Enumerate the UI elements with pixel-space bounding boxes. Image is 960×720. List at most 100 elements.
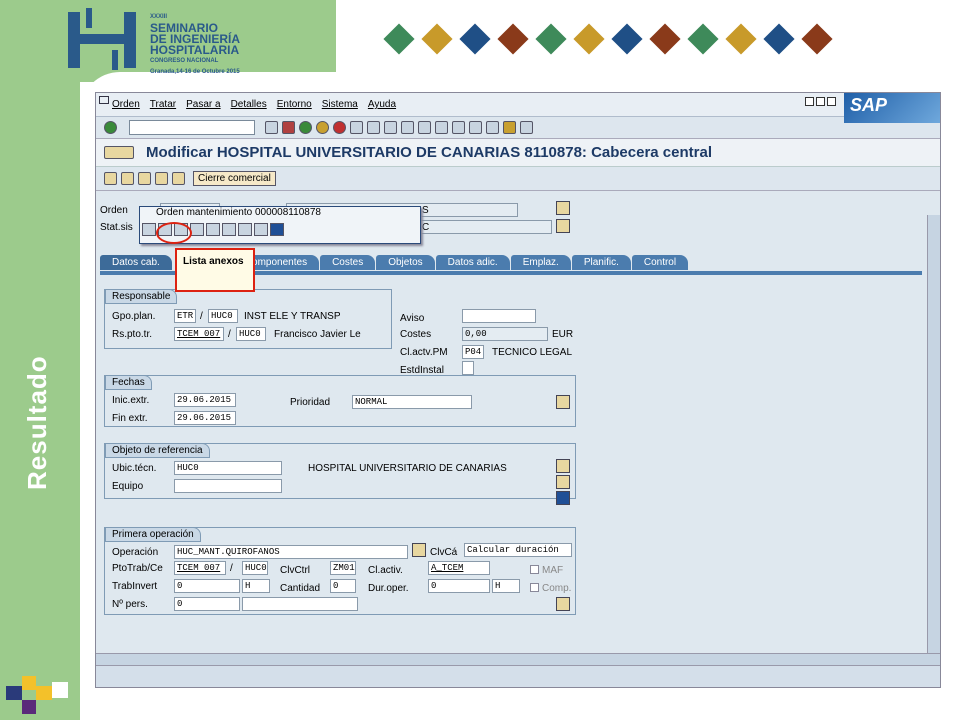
maf-checkbox[interactable] <box>530 565 539 574</box>
rs-slash: / <box>228 329 231 340</box>
release-icon[interactable] <box>172 172 185 185</box>
layout-icon[interactable] <box>520 121 533 134</box>
check-icon[interactable] <box>155 172 168 185</box>
pto-center-field[interactable]: HUC0 <box>242 561 268 575</box>
estdinstal-field[interactable] <box>462 361 474 375</box>
clactv-pm-field[interactable]: P04 <box>462 345 484 359</box>
menu-orden[interactable]: Orden <box>112 99 140 110</box>
tab-datos-adic[interactable]: Datos adic. <box>435 255 510 270</box>
tab-objetos[interactable]: Objetos <box>376 255 435 270</box>
npers-extra-field[interactable] <box>242 597 358 611</box>
equipo-field[interactable] <box>174 479 282 493</box>
menu-entorno[interactable]: Entorno <box>277 99 312 110</box>
tab-emplaz[interactable]: Emplaz. <box>510 255 571 270</box>
first-page-icon[interactable] <box>401 121 414 134</box>
diamond-5 <box>535 23 567 55</box>
gpo-plan-label: Gpo.plan. <box>112 311 156 322</box>
cantidad-field[interactable]: 0 <box>330 579 356 593</box>
operacion-title: Primera operación <box>105 527 201 542</box>
trabinvert-unit[interactable]: H <box>242 579 270 593</box>
rs-pto-label: Rs.pto.tr. <box>112 329 153 340</box>
vertical-scrollbar[interactable] <box>927 215 940 655</box>
enter-icon[interactable] <box>104 121 117 134</box>
diamond-1 <box>383 23 415 55</box>
rs-center-field[interactable]: HUC0 <box>236 327 266 341</box>
menu-sistema[interactable]: Sistema <box>322 99 358 110</box>
prioridad-select[interactable]: NORMAL <box>352 395 472 409</box>
clactiv-field[interactable]: A_TCEM <box>428 561 490 575</box>
object-history-icon[interactable] <box>254 223 268 236</box>
last-page-icon[interactable] <box>452 121 465 134</box>
structure-icon[interactable] <box>556 475 570 489</box>
tab-planific[interactable]: Planific. <box>571 255 631 270</box>
command-field[interactable] <box>129 120 255 135</box>
close-icon[interactable] <box>827 97 836 106</box>
gpo-center-field[interactable]: HUC0 <box>208 309 238 323</box>
back-icon[interactable] <box>299 121 312 134</box>
cierre-comercial-button[interactable]: Cierre comercial <box>193 171 276 186</box>
pto-trab-label: PtoTrab/Ce <box>112 563 163 574</box>
shortcut-icon[interactable] <box>486 121 499 134</box>
popup-info-icon[interactable] <box>270 223 284 236</box>
header-info-icon[interactable] <box>556 201 570 215</box>
menu-tratar[interactable]: Tratar <box>150 99 176 110</box>
menu-ayuda[interactable]: Ayuda <box>368 99 396 110</box>
find-next-icon[interactable] <box>384 121 397 134</box>
operations-icon[interactable] <box>121 172 134 185</box>
ubic-tecn-field[interactable]: HUC0 <box>174 461 282 475</box>
menu-bar: Orden Tratar Pasar a Detalles Entorno Si… <box>96 93 940 123</box>
hierarchy-icon[interactable] <box>556 459 570 473</box>
previous-page-icon[interactable] <box>418 121 431 134</box>
menu-window-icon[interactable] <box>99 96 109 104</box>
services-object-icon[interactable] <box>104 146 134 159</box>
dur-oper-label: Dur.oper. <box>368 583 409 594</box>
next-page-icon[interactable] <box>435 121 448 134</box>
inic-extr-field[interactable]: 29.06.2015 <box>174 393 236 407</box>
tab-costes[interactable]: Costes <box>320 255 376 270</box>
dur-oper-unit[interactable]: H <box>492 579 520 593</box>
rs-pto-field[interactable]: TCEM 007 <box>174 327 224 341</box>
menu-pasar-a[interactable]: Pasar a <box>186 99 220 110</box>
clvca-select[interactable]: Calcular duración <box>464 543 572 557</box>
operacion-field[interactable]: HUC_MANT.QUIROFANOS <box>174 545 408 559</box>
cancel-icon[interactable] <box>333 121 346 134</box>
operation-detail-icon[interactable] <box>556 597 570 611</box>
horizontal-scrollbar[interactable] <box>96 653 940 665</box>
tab-datos-cab[interactable]: Datos cab. <box>100 255 172 270</box>
relationship-icon[interactable] <box>222 223 236 236</box>
logo-line3: HOSPITALARIA <box>150 43 240 57</box>
comp-checkbox[interactable] <box>530 583 539 592</box>
info-icon[interactable] <box>556 491 570 505</box>
menu-detalles[interactable]: Detalles <box>231 99 267 110</box>
clvctrl-field[interactable]: ZM01 <box>330 561 356 575</box>
minimize-icon[interactable] <box>805 97 814 106</box>
components-icon[interactable] <box>138 172 151 185</box>
fin-extr-field[interactable]: 29.06.2015 <box>174 411 236 425</box>
print-icon[interactable] <box>350 121 363 134</box>
create-icon[interactable] <box>142 223 156 236</box>
gpo-plan-field[interactable]: ETR <box>174 309 196 323</box>
npers-field[interactable]: 0 <box>174 597 240 611</box>
long-text-icon[interactable] <box>412 543 426 557</box>
currency-label: EUR <box>552 329 574 340</box>
workflow-icon[interactable] <box>206 223 220 236</box>
exit-icon[interactable] <box>316 121 329 134</box>
save-icon[interactable] <box>282 121 295 134</box>
send-icon[interactable] <box>238 223 252 236</box>
tab-control[interactable]: Control <box>631 255 689 270</box>
dur-oper-field[interactable]: 0 <box>428 579 490 593</box>
restore-icon[interactable] <box>816 97 825 106</box>
dates-detail-icon[interactable] <box>556 395 570 409</box>
header-status-icon[interactable] <box>556 219 570 233</box>
standard-toolbar <box>96 117 940 139</box>
display-change-icon[interactable] <box>104 172 117 185</box>
note-icon[interactable] <box>190 223 204 236</box>
aviso-field[interactable] <box>462 309 536 323</box>
help-icon[interactable] <box>503 121 516 134</box>
new-session-icon[interactable] <box>469 121 482 134</box>
find-icon[interactable] <box>367 121 380 134</box>
fin-extr-label: Fin extr. <box>112 413 148 424</box>
pto-trab-field[interactable]: TCEM 007 <box>174 561 226 575</box>
trabinvert-field[interactable]: 0 <box>174 579 240 593</box>
back-arrow-icon[interactable] <box>265 121 278 134</box>
